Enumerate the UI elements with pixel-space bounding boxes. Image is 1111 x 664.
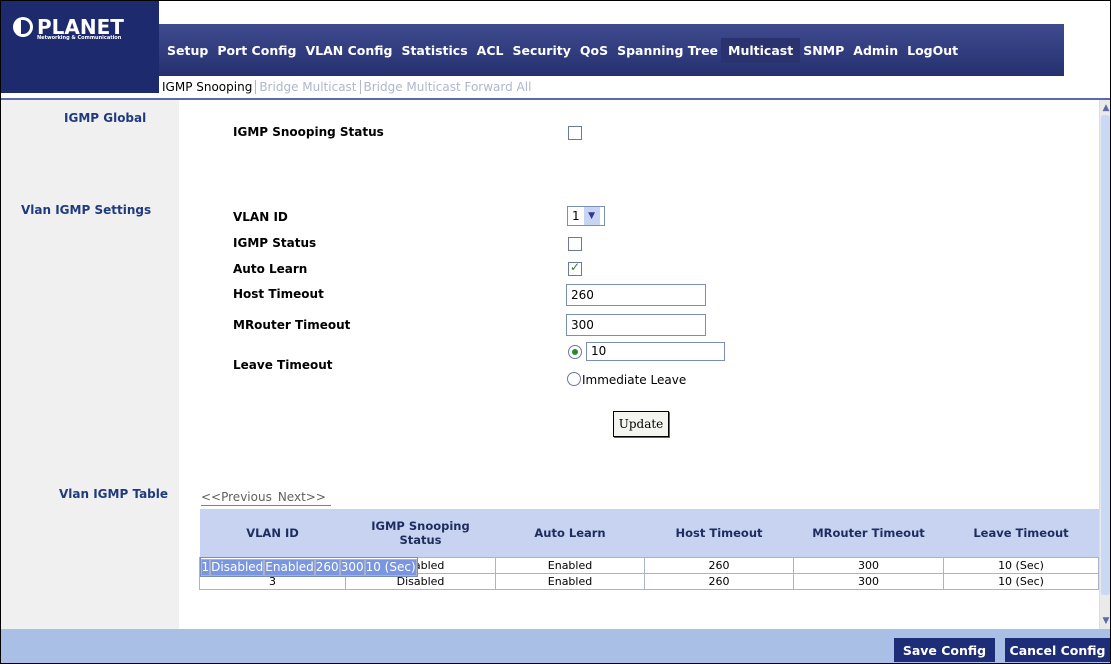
table-cell: 10 (Sec) [364, 558, 417, 576]
vlan-id-label: VLAN ID [233, 210, 288, 224]
table-row[interactable]: 1 Disabled Enabled 260 300 10 (Sec) [199, 557, 418, 577]
nav-item-setup[interactable]: Setup [167, 43, 208, 58]
footer-bar: Save Config Cancel Config [1, 629, 1110, 663]
nav-item-statistics[interactable]: Statistics [401, 43, 467, 58]
nav-item-acl[interactable]: ACL [477, 43, 504, 58]
immediate-leave-radio[interactable] [567, 372, 581, 386]
mrouter-timeout-label: MRouter Timeout [233, 318, 351, 332]
section-vlan-igmp-table: Vlan IGMP Table [59, 487, 169, 501]
pager: <<Previous Next>> [201, 490, 332, 504]
nav-item-admin[interactable]: Admin [853, 43, 898, 58]
table-cell: 300 [793, 557, 944, 574]
planet-logo-icon [13, 17, 33, 37]
column-header: IGMP Snooping Status [345, 509, 496, 557]
immediate-leave-label: Immediate Leave [582, 373, 687, 387]
igmp-snooping-status-label: IGMP Snooping Status [233, 125, 384, 139]
table-cell: 10 (Sec) [943, 557, 1099, 574]
table-cell: Enabled [495, 557, 645, 574]
nav-item-vlan-config[interactable]: VLAN Config [305, 43, 392, 58]
host-timeout-label: Host Timeout [233, 287, 324, 301]
nav-item-security[interactable]: Security [513, 43, 571, 58]
update-button[interactable]: Update [613, 411, 669, 437]
table-cell: 10 (Sec) [943, 573, 1099, 590]
logo-area: PLANET Networking & Communication [1, 1, 159, 93]
top-navigation: Setup Port Config VLAN Config Statistics ACL… [159, 24, 1064, 76]
nav-item-port-config[interactable]: Port Config [217, 43, 296, 58]
nav-item-spanning-tree[interactable]: Spanning Tree [617, 43, 718, 58]
vlan-igmp-table: VLAN ID IGMP Snooping Status Auto Learn Hos… [199, 509, 1099, 590]
table-cell: 260 [644, 573, 794, 590]
table-cell: 300 [793, 573, 944, 590]
table-cell: Disabled [210, 558, 265, 576]
save-config-button[interactable]: Save Config [894, 638, 995, 662]
host-timeout-input[interactable]: 260 [566, 284, 706, 306]
app-window: PLANET Networking & Communication Setup P… [0, 0, 1111, 664]
header: PLANET Networking & Communication Setup P… [1, 1, 1110, 100]
subnav-igmp-snooping[interactable]: IGMP Snooping [159, 80, 255, 94]
table-cell: 300 [339, 558, 365, 576]
mrouter-timeout-input[interactable]: 300 [566, 314, 706, 336]
section-vlan-igmp-settings: Vlan IGMP Settings [21, 203, 152, 217]
column-header: Auto Learn [495, 509, 645, 557]
chevron-down-icon: ▼ [583, 207, 600, 225]
brand-name: PLANET [37, 15, 124, 39]
next-link[interactable]: Next>> [278, 490, 326, 504]
nav-item-multicast[interactable]: Multicast [721, 37, 801, 63]
vlan-id-value: 1 [572, 209, 580, 223]
vertical-scrollbar[interactable]: ▲ ▼ [1099, 100, 1110, 629]
previous-link[interactable]: <<Previous [201, 490, 272, 504]
nav-spacer [1064, 24, 1110, 76]
subnav-bridge-multicast-forward-all[interactable]: Bridge Multicast Forward All [361, 80, 535, 94]
table-cell: 260 [644, 557, 794, 574]
igmp-snooping-status-checkbox[interactable] [568, 126, 582, 140]
column-header: Leave Timeout [943, 509, 1099, 557]
leave-timeout-input[interactable]: 10 [586, 342, 725, 361]
nav-item-snmp[interactable]: SNMP [803, 43, 844, 58]
pager-underline [201, 505, 331, 506]
column-header: Host Timeout [644, 509, 794, 557]
scroll-down-icon[interactable]: ▼ [1101, 615, 1110, 627]
subnav-bridge-multicast[interactable]: Bridge Multicast [256, 80, 359, 94]
auto-learn-checkbox[interactable] [568, 260, 582, 276]
nav-item-qos[interactable]: QoS [580, 43, 608, 58]
leave-timeout-radio[interactable] [568, 345, 582, 359]
left-panel: IGMP Global Vlan IGMP Settings Vlan IGMP… [1, 100, 179, 629]
column-header: VLAN ID [199, 509, 346, 557]
igmp-status-label: IGMP Status [233, 236, 317, 250]
sub-navigation: IGMP Snooping Bridge Multicast Bridge Mult… [159, 76, 559, 98]
section-igmp-global: IGMP Global [64, 111, 147, 125]
scroll-up-icon[interactable]: ▲ [1101, 102, 1110, 114]
brand-tagline: Networking & Communication [37, 35, 122, 41]
column-header: MRouter Timeout [793, 509, 944, 557]
scrollbar-thumb[interactable] [1101, 115, 1110, 595]
nav-item-logout[interactable]: LogOut [907, 43, 958, 58]
table-cell: 1 [200, 558, 211, 576]
table-cell: 260 [314, 558, 340, 576]
auto-learn-label: Auto Learn [233, 262, 308, 276]
leave-timeout-label: Leave Timeout [233, 358, 333, 372]
table-cell: Enabled [264, 558, 315, 576]
cancel-config-button[interactable]: Cancel Config [1005, 638, 1110, 662]
igmp-status-checkbox[interactable] [568, 237, 582, 251]
table-cell: Enabled [495, 573, 645, 590]
vlan-id-select[interactable]: 1 ▼ [567, 206, 605, 226]
